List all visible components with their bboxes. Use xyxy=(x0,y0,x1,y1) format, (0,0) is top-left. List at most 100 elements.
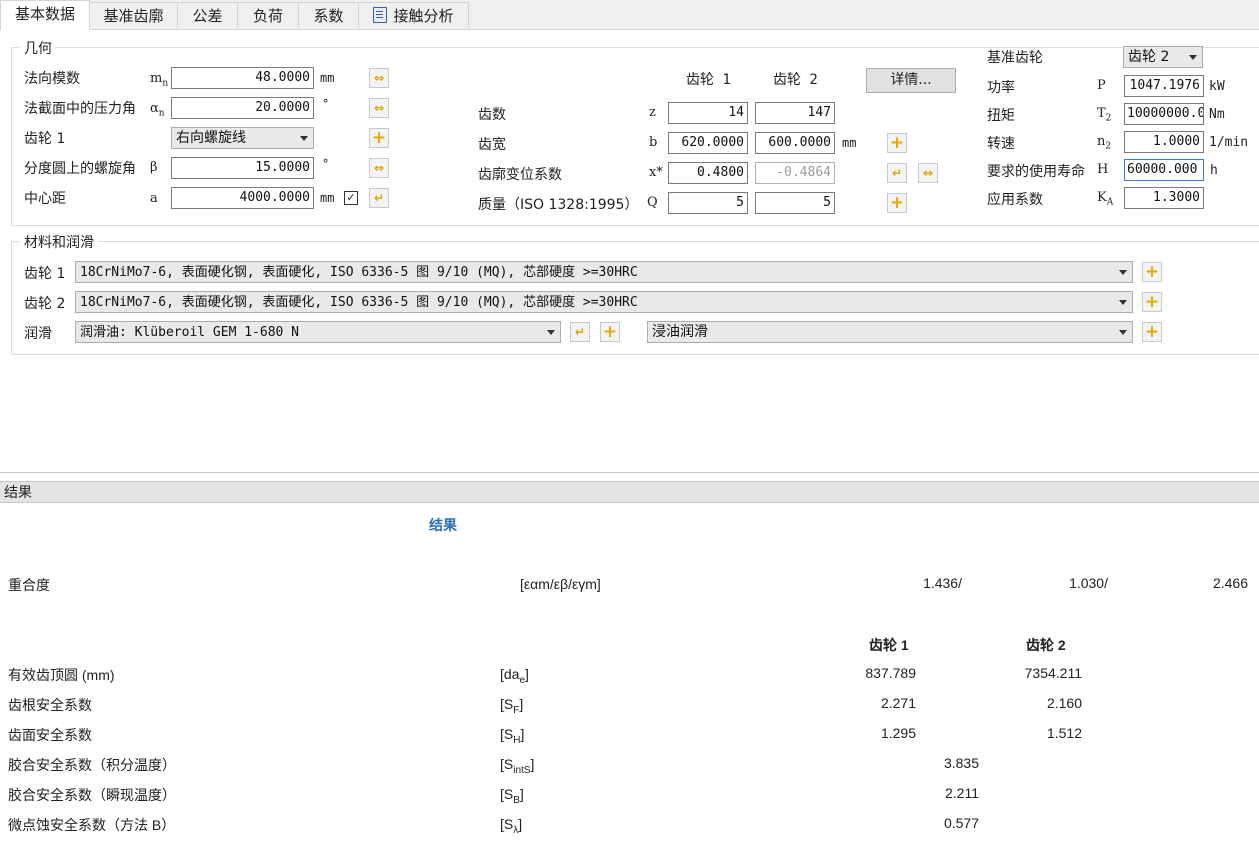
application-factor-label: 应用系数 xyxy=(987,192,1043,208)
micropitting-label: 微点蚀安全系数（方法 B） xyxy=(8,817,176,833)
plus-icon-disabled: + xyxy=(369,128,389,148)
power-input[interactable]: 1047.1976 xyxy=(1124,75,1204,97)
lubrication-type-select[interactable]: 浸油润滑 xyxy=(647,321,1133,343)
swap-arrows-icon[interactable]: ⇔ xyxy=(918,163,938,183)
plus-icon[interactable]: + xyxy=(887,133,907,153)
speed-unit: 1/min xyxy=(1209,135,1249,150)
tab-load[interactable]: 负荷 xyxy=(237,2,299,28)
plus-icon-disabled: + xyxy=(887,193,907,213)
flank-safety-symbol: [SH] xyxy=(500,726,525,746)
gear2-quality-input[interactable]: 5 xyxy=(755,192,835,214)
torque-symbol: T2 xyxy=(1097,106,1112,124)
face-width-label: 齿宽 xyxy=(478,137,506,153)
speed-label: 转速 xyxy=(987,136,1015,152)
gear2-material-label: 齿轮 2 xyxy=(24,296,66,312)
plus-icon[interactable]: + xyxy=(1142,292,1162,312)
helix-direction-select[interactable]: 右向螺旋线 xyxy=(171,127,314,149)
tab-basic-data[interactable]: 基本数据 xyxy=(0,0,90,30)
plus-icon[interactable]: + xyxy=(1142,322,1162,342)
gear1-column-header: 齿轮 1 xyxy=(686,72,731,88)
panel-divider xyxy=(0,472,1259,473)
power-label: 功率 xyxy=(987,80,1015,96)
center-distance-checkbox[interactable]: ✓ xyxy=(344,191,358,205)
required-life-symbol: H xyxy=(1097,162,1109,177)
tab-tolerances[interactable]: 公差 xyxy=(177,2,238,28)
tab-contact-analysis[interactable]: 接触分析 xyxy=(358,2,469,28)
tab-factors[interactable]: 系数 xyxy=(298,2,359,28)
results-heading: 结果 xyxy=(429,517,457,533)
gear2-profile-shift-input[interactable]: -0.4864 xyxy=(755,162,835,184)
scuffing-integral-symbol: [SintS] xyxy=(500,756,535,776)
scuffing-integral-label: 胶合安全系数（积分温度） xyxy=(8,757,176,773)
micropitting-value: 0.577 xyxy=(943,815,979,831)
details-button[interactable]: 详情... xyxy=(866,68,956,93)
helix-angle-unit: ° xyxy=(322,157,330,171)
helix-angle-label: 分度圆上的螺旋角 xyxy=(24,161,136,177)
scuffing-flash-label: 胶合安全系数（瞬现温度） xyxy=(8,787,176,803)
scuffing-flash-value: 2.211 xyxy=(945,785,979,801)
micropitting-symbol: [Sλ] xyxy=(500,816,523,836)
tip-diameter-symbol: [dae] xyxy=(500,666,529,686)
gear1-face-width-input[interactable]: 620.0000 xyxy=(668,132,748,154)
torque-label: 扭矩 xyxy=(987,108,1015,124)
gear2-teeth-input[interactable]: 147 xyxy=(755,102,835,124)
center-distance-input[interactable]: 4000.0000 xyxy=(171,187,314,209)
pressure-angle-unit: ° xyxy=(322,97,330,111)
scuffing-integral-value: 3.835 xyxy=(943,755,979,771)
power-symbol: P xyxy=(1097,78,1106,93)
application-factor-symbol: KA xyxy=(1097,190,1114,208)
normal-module-symbol: mn xyxy=(150,71,169,89)
pressure-angle-input[interactable]: 20.0000 xyxy=(171,97,314,119)
teeth-number-label: 齿数 xyxy=(478,107,506,123)
gear2-face-width-input[interactable]: 600.0000 xyxy=(755,132,835,154)
reference-gear-select[interactable]: 齿轮 2 xyxy=(1123,46,1203,68)
profile-shift-symbol: x* xyxy=(649,165,663,180)
speed-symbol: n2 xyxy=(1097,134,1112,152)
torque-input[interactable]: 10000000.0 xyxy=(1124,103,1204,125)
face-width-unit: mm xyxy=(842,136,857,150)
face-width-symbol: b xyxy=(649,135,658,150)
swap-arrows-icon[interactable]: ⇔ xyxy=(369,68,389,88)
plus-icon[interactable]: + xyxy=(600,322,620,342)
required-life-unit: h xyxy=(1210,163,1218,178)
gear2-column-header: 齿轮 2 xyxy=(773,72,818,88)
center-distance-label: 中心距 xyxy=(24,191,66,207)
flank-safety-gear2: 1.512 xyxy=(1046,725,1082,741)
contact-ratio-value-3: 2.466 xyxy=(1212,575,1248,591)
contact-ratio-value-2: 1.030/ xyxy=(1069,575,1108,591)
center-distance-unit: mm xyxy=(320,191,335,205)
chevron-down-icon xyxy=(1119,270,1127,275)
gear1-quality-input[interactable]: 5 xyxy=(668,192,748,214)
lubricant-select[interactable]: 润滑油: Klüberoil GEM 1-680 N xyxy=(75,321,561,343)
gear1-profile-shift-input[interactable]: 0.4800 xyxy=(668,162,748,184)
gear2-material-select[interactable]: 18CrNiMo7-6, 表面硬化钢, 表面硬化, ISO 6336-5 图 9… xyxy=(75,291,1133,313)
gear1-teeth-input[interactable]: 14 xyxy=(668,102,748,124)
tip-diameter-gear1: 837.789 xyxy=(865,665,916,681)
swap-arrows-icon[interactable]: ⇔ xyxy=(369,98,389,118)
required-life-label: 要求的使用寿命 xyxy=(987,164,1085,180)
flank-safety-gear1: 1.295 xyxy=(880,725,916,741)
back-arrow-icon[interactable]: ↵ xyxy=(570,322,590,342)
helix-angle-input[interactable]: 15.0000 xyxy=(171,157,314,179)
normal-module-input[interactable]: 48.0000 xyxy=(171,67,314,89)
pressure-angle-label: 法截面中的压力角 xyxy=(24,101,136,117)
torque-unit: Nm xyxy=(1209,107,1225,122)
tab-reference-profile[interactable]: 基准齿廓 xyxy=(89,2,178,28)
quality-symbol: Q xyxy=(647,195,658,210)
chevron-down-icon xyxy=(1119,330,1127,335)
speed-input[interactable]: 1.0000 xyxy=(1124,131,1204,153)
root-safety-label: 齿根安全系数 xyxy=(8,697,92,713)
pressure-angle-symbol: αn xyxy=(150,101,165,119)
required-life-input[interactable]: 60000.000 xyxy=(1124,159,1204,181)
back-arrow-icon[interactable]: ↵ xyxy=(369,188,389,208)
tip-diameter-label: 有效齿顶圆 (mm) xyxy=(8,667,115,683)
gear1-material-select[interactable]: 18CrNiMo7-6, 表面硬化钢, 表面硬化, ISO 6336-5 图 9… xyxy=(75,261,1133,283)
center-distance-symbol: a xyxy=(150,191,158,206)
root-safety-symbol: [SF] xyxy=(500,696,524,716)
plus-icon[interactable]: + xyxy=(1142,262,1162,282)
application-factor-input[interactable]: 1.3000 xyxy=(1124,187,1204,209)
swap-arrows-icon[interactable]: ⇔ xyxy=(369,158,389,178)
back-arrow-icon[interactable]: ↵ xyxy=(887,163,907,183)
scuffing-flash-symbol: [SB] xyxy=(500,786,524,806)
tab-bar: 基本数据 基准齿廓 公差 负荷 系数 接触分析 xyxy=(0,0,1259,30)
